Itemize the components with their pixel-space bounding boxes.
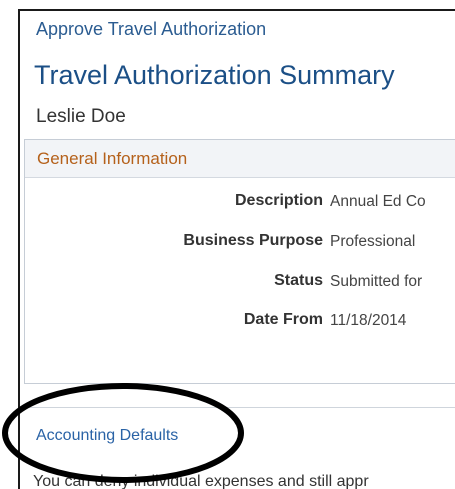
business-purpose-label: Business Purpose xyxy=(183,232,323,249)
status-value: Submitted for xyxy=(330,273,423,290)
bottom-instruction-text: You can deny individual expenses and sti… xyxy=(33,473,369,489)
status-label: Status xyxy=(274,272,323,289)
date-from-row: Date From 11/18/2014 xyxy=(25,311,455,335)
description-value: Annual Ed Co xyxy=(330,193,426,210)
business-purpose-value: Professional xyxy=(330,233,416,250)
description-row: Description Annual Ed Co xyxy=(25,192,455,216)
section-divider xyxy=(20,407,455,408)
date-from-value: 11/18/2014 xyxy=(330,312,407,329)
description-label: Description xyxy=(234,192,323,209)
screenshot-page: Approve Travel Authorization Travel Auth… xyxy=(0,0,455,489)
status-row: Status Submitted for xyxy=(25,272,455,296)
breadcrumb[interactable]: Approve Travel Authorization xyxy=(36,19,266,40)
page-title: Travel Authorization Summary xyxy=(34,60,395,90)
accounting-defaults-link[interactable]: Accounting Defaults xyxy=(36,427,178,445)
general-information-header[interactable]: General Information xyxy=(25,140,455,178)
general-information-panel: General Information Description Annual E… xyxy=(24,139,455,384)
business-purpose-row: Business Purpose Professional xyxy=(25,232,455,256)
general-information-title: General Information xyxy=(37,149,188,168)
date-from-label: Date From xyxy=(243,311,323,328)
person-name: Leslie Doe xyxy=(36,106,126,127)
